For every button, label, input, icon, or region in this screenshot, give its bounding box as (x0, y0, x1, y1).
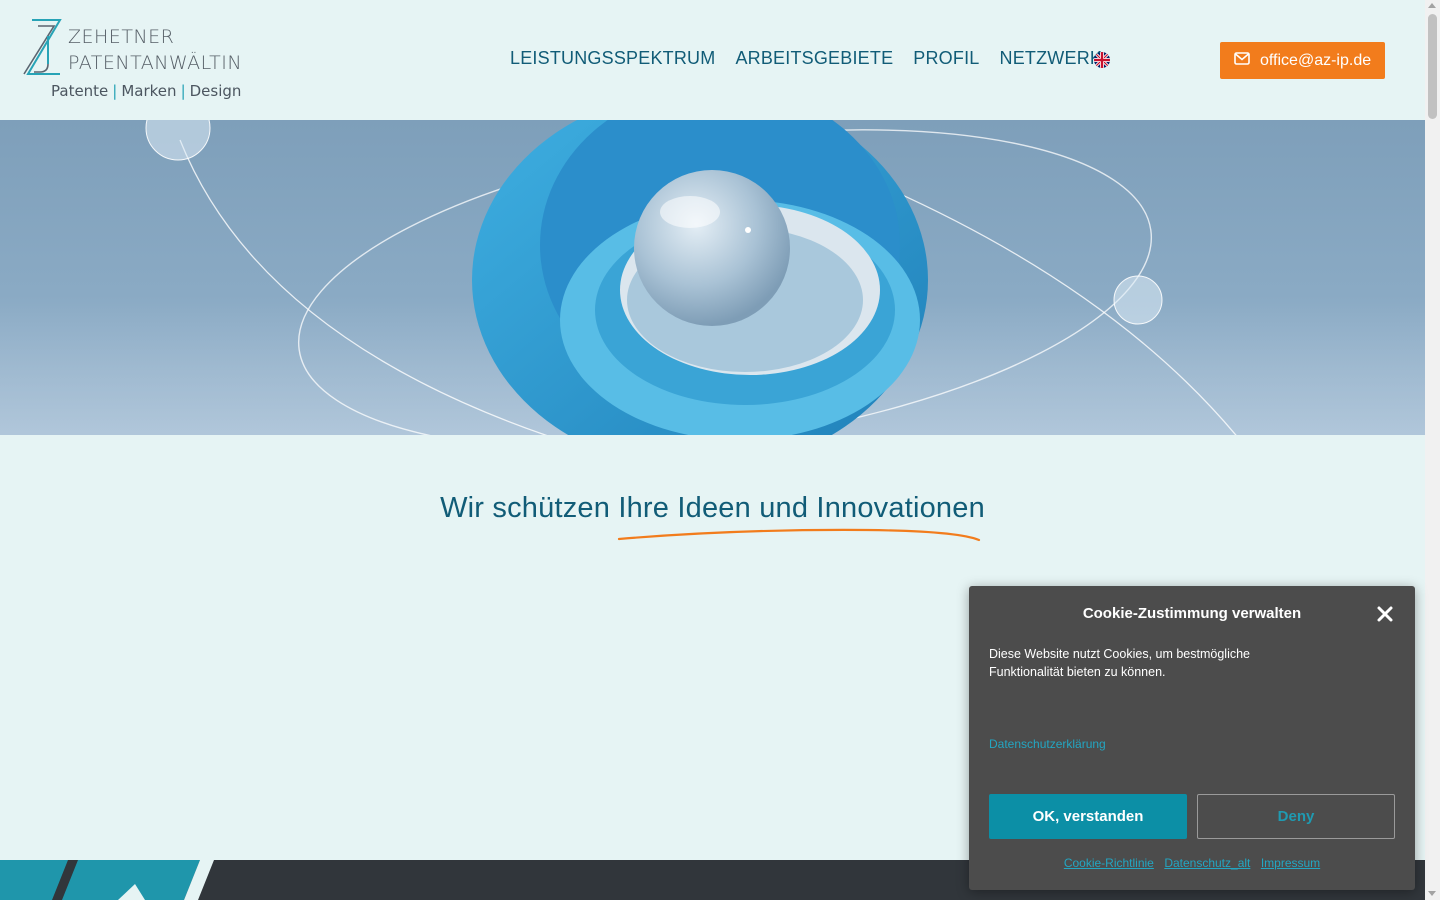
page-headline: Wir schützen Ihre Ideen und Innovationen (440, 492, 985, 524)
envelope-icon (1234, 51, 1250, 70)
nav-item-leistungsspektrum[interactable]: LEISTUNGSSPEKTRUM (510, 48, 715, 69)
tagline-patente: Patente (51, 82, 109, 100)
main-nav: LEISTUNGSSPEKTRUM ARBEITSGEBIETE PROFIL … (510, 48, 1102, 69)
headline-section: Wir schützen Ihre Ideen und Innovationen (0, 492, 1425, 525)
cookie-policy-link[interactable]: Cookie-Richtlinie (1064, 856, 1154, 870)
scroll-up-arrow-icon[interactable] (1428, 3, 1436, 8)
cookie-dialog-title: Cookie-Zustimmung verwalten (1082, 605, 1302, 622)
site-logo[interactable]: Zehetner Patentanwältin Patente | Marken | D… (18, 14, 258, 104)
cookie-consent-dialog: Cookie-Zustimmung verwalten Diese Websit… (969, 586, 1415, 890)
tagline-marken: Marken (121, 82, 177, 100)
logo-name-line-1: Zehetner (68, 26, 175, 48)
logo-name-line-2: Patentanwältin (68, 52, 243, 74)
cookie-footer-links: Cookie-Richtlinie Datenschutz_alt Impres… (969, 854, 1415, 872)
hero-sphere-illustration (0, 120, 1425, 435)
logo-name: Zehetner Patentanwältin (68, 24, 242, 76)
tagline-separator: | (112, 82, 118, 100)
uk-flag-icon[interactable] (1094, 52, 1110, 68)
tagline-separator: | (180, 82, 186, 100)
cookie-description: Diese Website nutzt Cookies, um bestmögl… (989, 647, 1250, 679)
imprint-link[interactable]: Impressum (1261, 856, 1320, 870)
footer-decoration (0, 860, 214, 900)
privacy-alt-link[interactable]: Datenschutz_alt (1164, 856, 1250, 870)
contact-email-label: office@az-ip.de (1260, 51, 1372, 69)
nav-item-arbeitsgebiete[interactable]: ARBEITSGEBIETE (735, 48, 893, 69)
hero-image (0, 120, 1425, 435)
nav-item-netzwerk[interactable]: NETZWERK (1000, 48, 1103, 69)
deny-cookies-button[interactable]: Deny (1197, 794, 1395, 839)
logo-tagline: Patente | Marken | Design (51, 82, 241, 100)
close-icon[interactable] (1376, 605, 1394, 623)
headline-underline-decoration (617, 528, 981, 542)
privacy-policy-link[interactable]: Datenschutzerklärung (989, 737, 1106, 751)
page-scrollbar[interactable] (1425, 0, 1440, 900)
logo-monogram-icon (23, 19, 62, 75)
nav-item-profil[interactable]: PROFIL (913, 48, 979, 69)
tagline-design: Design (189, 82, 242, 100)
scroll-down-arrow-icon[interactable] (1428, 891, 1436, 896)
site-header: Zehetner Patentanwältin Patente | Marken | D… (0, 0, 1425, 120)
accept-cookies-button[interactable]: OK, verstanden (989, 794, 1187, 839)
contact-email-button[interactable]: office@az-ip.de (1220, 42, 1385, 79)
scrollbar-thumb[interactable] (1428, 14, 1437, 119)
